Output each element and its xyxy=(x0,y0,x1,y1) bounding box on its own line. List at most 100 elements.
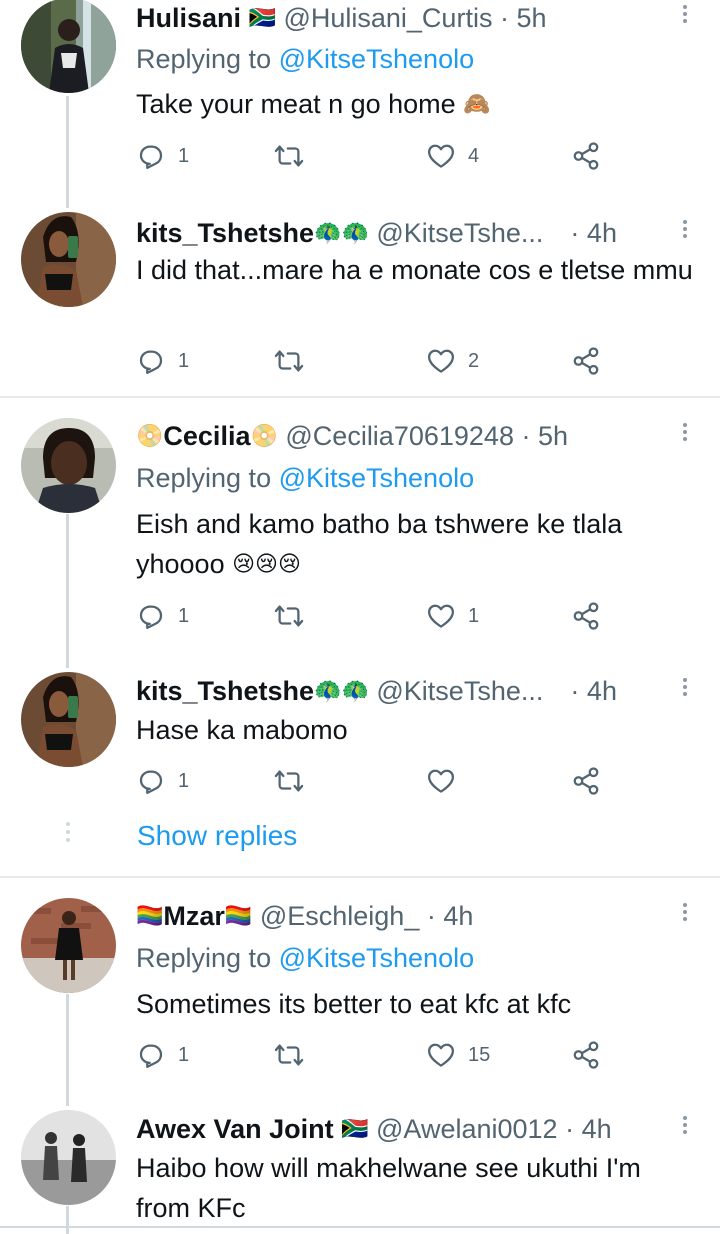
crying-emoji: 😢😢😢 xyxy=(232,552,301,577)
tweet[interactable]: kits_Tshetshe🦚🦚 @KitseTshe... · 4h I did… xyxy=(0,212,720,392)
tweet[interactable]: kits_Tshetshe🦚🦚 @KitseTshe... · 4h Hase … xyxy=(0,672,720,812)
reply-count: 1 xyxy=(178,349,190,372)
reply-count: 1 xyxy=(178,604,190,627)
retweet-button[interactable] xyxy=(274,766,304,796)
share-icon xyxy=(573,142,599,170)
avatar[interactable] xyxy=(21,212,116,307)
retweet-button[interactable] xyxy=(274,141,304,171)
display-name[interactable]: Mzar xyxy=(163,901,225,931)
tweet-text: Eish and kamo batho ba tshwere ke tlala … xyxy=(136,504,696,585)
thread-line xyxy=(66,96,69,208)
retweet-button[interactable] xyxy=(274,601,304,631)
share-button[interactable] xyxy=(571,141,601,171)
like-button[interactable]: 15 xyxy=(426,1040,490,1070)
show-replies-link[interactable]: Show replies xyxy=(137,818,297,854)
reply-button[interactable]: 1 xyxy=(136,601,189,631)
reply-button[interactable]: 1 xyxy=(136,141,189,171)
timestamp[interactable]: 4h xyxy=(587,676,617,706)
user-handle[interactable]: @KitseTshe... xyxy=(376,218,543,248)
timestamp[interactable]: 4h xyxy=(443,901,473,931)
retweet-icon xyxy=(274,605,304,627)
more-options-icon[interactable] xyxy=(679,676,691,702)
reply-icon xyxy=(139,770,163,794)
display-name[interactable]: Cecilia xyxy=(163,421,250,451)
user-handle[interactable]: @KitseTshe... xyxy=(376,676,543,706)
replying-to-prefix: Replying to xyxy=(136,943,279,973)
more-options-icon[interactable] xyxy=(679,218,691,244)
more-options-icon[interactable] xyxy=(679,3,691,29)
mention-link[interactable]: @KitseTshenolo xyxy=(279,943,475,973)
share-button[interactable] xyxy=(571,601,601,631)
separator-dot: · xyxy=(565,1114,575,1144)
share-icon xyxy=(573,602,599,630)
avatar[interactable] xyxy=(21,898,116,993)
reply-button[interactable]: 1 xyxy=(136,346,189,376)
retweet-button[interactable] xyxy=(274,1040,304,1070)
avatar[interactable] xyxy=(21,418,116,513)
avatar[interactable] xyxy=(21,1110,116,1205)
retweet-button[interactable] xyxy=(274,346,304,376)
thread-line xyxy=(66,1206,69,1234)
timestamp[interactable]: 4h xyxy=(587,218,617,248)
heart-icon xyxy=(428,1043,454,1067)
tweet[interactable]: 📀Cecilia📀 @Cecilia70619248 · 5h Replying… xyxy=(0,418,720,668)
display-name[interactable]: kits_Tshetshe xyxy=(136,218,314,248)
peacock-emoji: 🦚🦚 xyxy=(314,221,369,246)
avatar[interactable] xyxy=(21,0,116,93)
share-button[interactable] xyxy=(571,1040,601,1070)
tweet[interactable]: Hulisani 🇿🇦 @Hulisani_Curtis · 5h Replyi… xyxy=(0,0,720,208)
tweet-header: 📀Cecilia📀 @Cecilia70619248 · 5h xyxy=(136,419,568,453)
retweet-icon xyxy=(274,1044,304,1066)
display-name[interactable]: Hulisani xyxy=(136,3,241,33)
tweet-text-content: Eish and kamo batho ba tshwere ke tlala … xyxy=(136,509,623,579)
reply-button[interactable]: 1 xyxy=(136,1040,189,1070)
flag-emoji: 🇿🇦 xyxy=(248,6,276,31)
like-button[interactable]: 2 xyxy=(426,346,479,376)
user-handle[interactable]: @Hulisani_Curtis xyxy=(283,3,492,33)
heart-icon xyxy=(428,144,454,168)
replying-to-prefix: Replying to xyxy=(136,463,279,493)
heart-icon xyxy=(428,349,454,373)
mention-link[interactable]: @KitseTshenolo xyxy=(279,44,475,74)
tweet[interactable]: 🏳️‍🌈Mzar🏳️‍🌈 @Eschleigh_ · 4h Replying t… xyxy=(0,898,720,1106)
share-icon xyxy=(573,1041,599,1069)
display-name[interactable]: kits_Tshetshe xyxy=(136,676,314,706)
user-handle[interactable]: @Cecilia70619248 xyxy=(285,421,514,451)
display-name[interactable]: Awex Van Joint xyxy=(136,1114,334,1144)
separator-dot: · xyxy=(570,676,580,706)
reply-button[interactable]: 1 xyxy=(136,766,189,796)
tweet-actions: 1 1 xyxy=(136,601,616,631)
more-options-icon[interactable] xyxy=(679,1114,691,1140)
avatar[interactable] xyxy=(21,672,116,767)
timestamp[interactable]: 5h xyxy=(516,3,546,33)
tweet-text: Haibo how will makhelwane see ukuthi I'm… xyxy=(136,1153,641,1223)
reply-count: 1 xyxy=(178,144,190,167)
retweet-icon xyxy=(274,350,304,372)
like-button[interactable]: 1 xyxy=(426,601,479,631)
like-button[interactable] xyxy=(426,766,456,796)
user-handle[interactable]: @Eschleigh_ xyxy=(260,901,420,931)
replying-to-prefix: Replying to xyxy=(136,44,279,74)
divider xyxy=(0,876,720,878)
user-handle[interactable]: @Awelani0012 xyxy=(376,1114,558,1144)
bottom-divider xyxy=(0,1226,720,1228)
like-button[interactable]: 4 xyxy=(426,141,479,171)
reply-icon xyxy=(139,1044,163,1068)
tweet-header: Hulisani 🇿🇦 @Hulisani_Curtis · 5h xyxy=(136,1,547,35)
timestamp[interactable]: 5h xyxy=(538,421,568,451)
tweet[interactable]: Awex Van Joint 🇿🇦 @Awelani0012 · 4h Haib… xyxy=(0,1110,720,1234)
heart-icon xyxy=(428,604,454,628)
share-button[interactable] xyxy=(571,346,601,376)
replying-to: Replying to @KitseTshenolo xyxy=(136,941,474,975)
dvd-emoji: 📀 xyxy=(250,424,278,449)
rainbow-flag-emoji: 🏳️‍🌈 xyxy=(136,904,164,929)
mention-link[interactable]: @KitseTshenolo xyxy=(279,463,475,493)
divider xyxy=(0,396,720,398)
tweet-header: 🏳️‍🌈Mzar🏳️‍🌈 @Eschleigh_ · 4h xyxy=(136,899,473,933)
more-options-icon[interactable] xyxy=(679,421,691,447)
reply-icon xyxy=(139,350,163,374)
thread-dots xyxy=(66,822,70,846)
timestamp[interactable]: 4h xyxy=(582,1114,612,1144)
share-button[interactable] xyxy=(571,766,601,796)
more-options-icon[interactable] xyxy=(679,901,691,927)
